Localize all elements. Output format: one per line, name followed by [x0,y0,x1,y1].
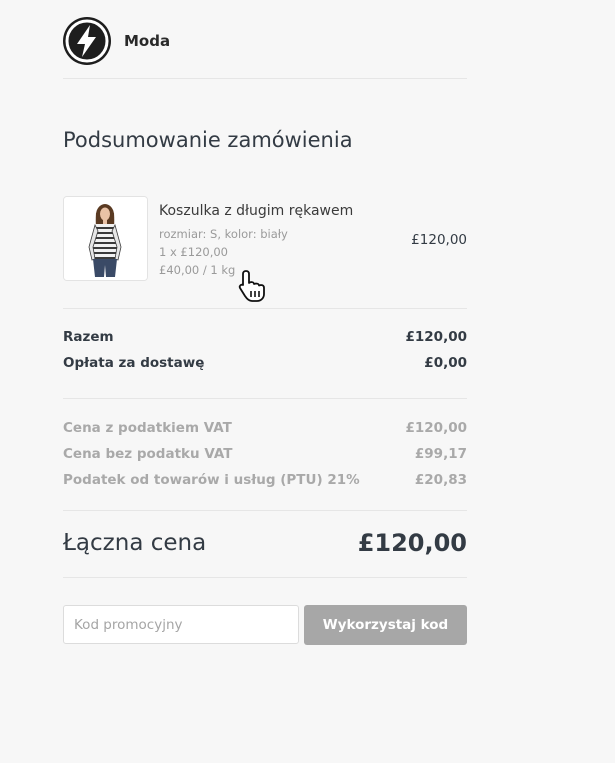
shipping-row: Opłata za dostawę £0,00 [63,351,467,377]
promo-code-form: Wykorzystaj kod [63,605,467,645]
shipping-label: Opłata za dostawę [63,355,205,371]
net-price-row: Cena bez podatku VAT £99,17 [63,442,467,468]
vat-row: Podatek od towarów i usług (PTU) 21% £20… [63,468,467,494]
checkout-summary: Moda Podsumowanie zamówienia Koszulka z … [63,0,467,645]
vat-value: £20,83 [414,472,467,488]
net-price-value: £99,17 [414,446,467,462]
cart-item: Koszulka z długim rękawem rozmiar: S, ko… [63,196,467,309]
gross-price-label: Cena z podatkiem VAT [63,420,232,436]
product-image [63,196,148,281]
order-totals: Razem £120,00 Opłata za dostawę £0,00 [63,325,467,399]
grand-total: Łączna cena £120,00 [63,510,467,578]
brand-name[interactable]: Moda [124,32,170,50]
vat-label: Podatek od towarów i usług (PTU) 21% [63,472,360,488]
shipping-value: £0,00 [424,355,467,371]
tax-breakdown: Cena z podatkiem VAT £120,00 Cena bez po… [63,416,467,511]
product-price: £120,00 [411,232,467,248]
grand-total-label: Łączna cena [63,530,207,556]
header: Moda [63,0,467,79]
subtotal-value: £120,00 [405,329,468,345]
net-price-label: Cena bez podatku VAT [63,446,233,462]
subtotal-row: Razem £120,00 [63,325,467,351]
subtotal-label: Razem [63,329,114,345]
promo-code-input[interactable] [63,605,299,644]
gross-price-row: Cena z podatkiem VAT £120,00 [63,416,467,442]
page-title: Podsumowanie zamówienia [63,128,353,152]
grand-total-value: £120,00 [357,529,467,557]
product-quantity: 1 x £120,00 [159,245,228,259]
apply-code-button[interactable]: Wykorzystaj kod [304,605,467,645]
hand-pointer-icon [237,269,271,307]
product-unit-price: £40,00 / 1 kg [159,263,236,277]
product-name[interactable]: Koszulka z długim rękawem [159,203,353,219]
gross-price-value: £120,00 [405,420,468,436]
product-variant: rozmiar: S, kolor: biały [159,227,288,241]
lightning-bolt-icon[interactable] [63,17,111,65]
